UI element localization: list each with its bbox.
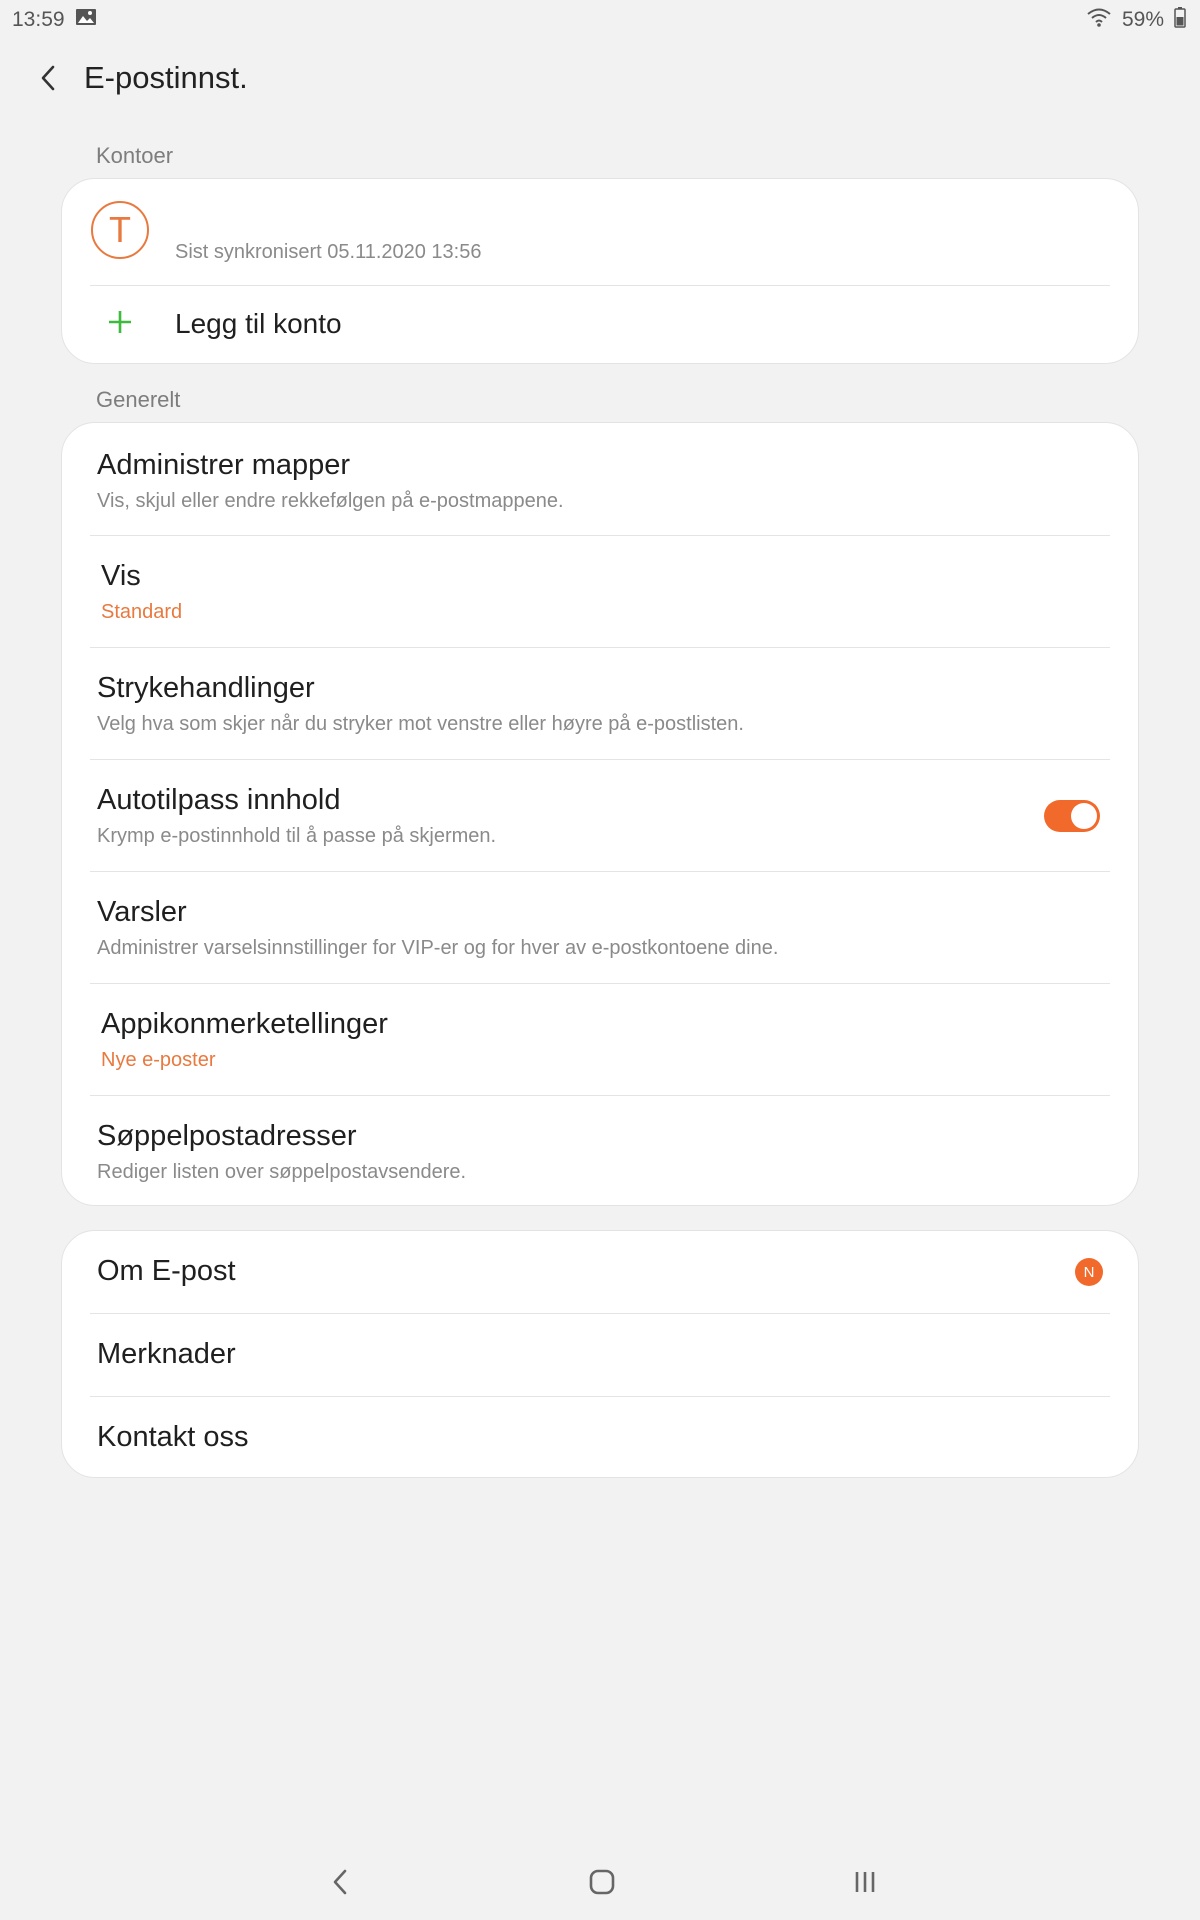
app-bar: E-postinnst.	[0, 40, 1200, 120]
item-title: Appikonmerketellinger	[101, 1008, 388, 1040]
accounts-card: T Sist synkronisert 05.11.2020 13:56 Leg…	[61, 178, 1139, 364]
section-label-accounts: Kontoer	[96, 143, 174, 168]
item-subtitle: Rediger listen over søppelpostavsendere.	[97, 1161, 467, 1183]
status-bar: 13:59 59%	[0, 0, 1200, 40]
nav-home-button[interactable]	[582, 1862, 622, 1902]
settings-item-spam-addresses[interactable]: Søppelpostadresser Rediger listen over s…	[62, 1096, 1138, 1207]
image-icon	[75, 7, 97, 33]
add-account-label: Legg til konto	[175, 308, 342, 339]
nav-back-button[interactable]	[320, 1862, 360, 1902]
status-time: 13:59	[12, 8, 65, 31]
settings-item-notes[interactable]: Merknader	[62, 1314, 1138, 1396]
add-account-button[interactable]: Legg til konto	[62, 286, 1138, 364]
sync-status: Sist synkronisert 05.11.2020 13:56	[175, 241, 482, 263]
about-card: Om E-post N Merknader Kontakt oss	[61, 1230, 1139, 1478]
item-subtitle: Standard	[101, 601, 183, 623]
item-title: Søppelpostadresser	[97, 1120, 357, 1152]
item-title: Strykehandlinger	[97, 672, 315, 704]
item-title: Merknader	[97, 1338, 236, 1370]
item-subtitle: Nye e-poster	[101, 1049, 216, 1071]
avatar: T	[91, 201, 149, 259]
navigation-bar	[0, 1840, 1200, 1920]
item-title: Vis	[101, 560, 141, 592]
new-badge: N	[1075, 1258, 1103, 1286]
settings-item-app-icon-badges[interactable]: Appikonmerketellinger Nye e-poster	[62, 984, 1138, 1095]
battery-percent: 59%	[1121, 8, 1164, 31]
settings-item-contact-us[interactable]: Kontakt oss	[62, 1397, 1138, 1479]
nav-recents-button[interactable]	[845, 1862, 885, 1902]
settings-item-about-email[interactable]: Om E-post N	[62, 1231, 1138, 1313]
item-title: Om E-post	[97, 1255, 236, 1287]
plus-icon	[107, 309, 133, 340]
item-title: Varsler	[97, 896, 187, 928]
page-title: E-postinnst.	[84, 60, 248, 95]
section-label-general: Generelt	[96, 387, 181, 412]
toggle-knob	[1071, 803, 1097, 829]
settings-item-swipe-actions[interactable]: Strykehandlinger Velg hva som skjer når …	[62, 648, 1138, 759]
item-subtitle: Krymp e-postinnhold til å passe på skjer…	[97, 825, 497, 847]
battery-icon	[1174, 6, 1186, 34]
item-subtitle: Administrer varselsinnstillinger for VIP…	[97, 937, 779, 959]
item-title: Autotilpass innhold	[97, 784, 341, 816]
back-button[interactable]	[28, 60, 68, 100]
chevron-left-icon	[38, 64, 58, 97]
item-title: Kontakt oss	[97, 1421, 249, 1453]
account-row[interactable]: T Sist synkronisert 05.11.2020 13:56	[62, 179, 1138, 285]
general-card: Administrer mapper Vis, skjul eller endr…	[61, 422, 1139, 1206]
settings-item-notifications[interactable]: Varsler Administrer varselsinnstillinger…	[62, 872, 1138, 983]
autofit-toggle[interactable]	[1044, 800, 1100, 832]
settings-item-autofit-content[interactable]: Autotilpass innhold Krymp e-postinnhold …	[62, 760, 1138, 871]
item-title: Administrer mapper	[97, 449, 351, 481]
settings-item-view[interactable]: Vis Standard	[62, 536, 1138, 647]
item-subtitle: Vis, skjul eller endre rekkefølgen på e-…	[97, 490, 564, 512]
settings-item-manage-folders[interactable]: Administrer mapper Vis, skjul eller endr…	[62, 423, 1138, 535]
item-subtitle: Velg hva som skjer når du stryker mot ve…	[97, 713, 744, 735]
wifi-icon	[1086, 6, 1112, 34]
